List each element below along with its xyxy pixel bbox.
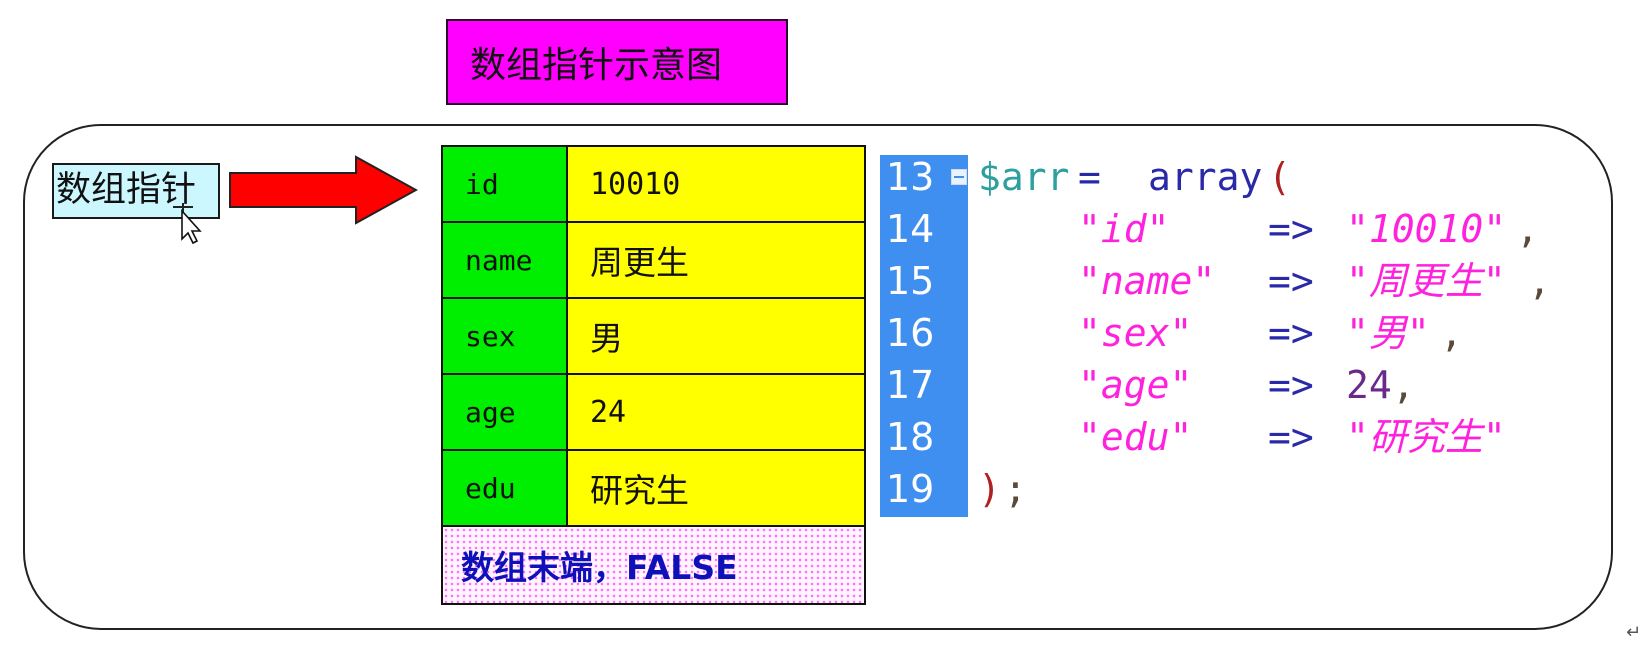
key-cell: id	[443, 147, 568, 221]
code-close-paren: )	[978, 467, 1001, 511]
code-key: "age"	[1078, 363, 1193, 407]
collapse-icon[interactable]	[951, 169, 967, 185]
code-key: "edu"	[1078, 415, 1193, 459]
value-cell: 10010	[568, 147, 864, 221]
table-row: edu 研究生	[443, 451, 864, 527]
key-cell: edu	[443, 451, 568, 525]
key-cell: age	[443, 375, 568, 449]
code-arrow: =>	[1268, 415, 1314, 459]
code-variable: $arr	[978, 155, 1070, 199]
code-key: "id"	[1078, 207, 1170, 251]
code-arrow: =>	[1268, 259, 1314, 303]
line-number: 14	[886, 207, 935, 251]
table-row: age 24	[443, 375, 864, 451]
code-function: array	[1148, 155, 1263, 199]
code-arrow: =>	[1268, 363, 1314, 407]
code-semicolon: ;	[1004, 467, 1027, 511]
code-assign: =	[1078, 155, 1101, 199]
code-value: "周更生"	[1346, 259, 1506, 303]
value-cell: 24	[568, 375, 864, 449]
mouse-cursor-icon	[173, 203, 202, 245]
line-number: 16	[886, 311, 935, 355]
code-value: "男"	[1346, 311, 1430, 355]
code-key: "sex"	[1078, 311, 1193, 355]
pointer-arrow-icon	[229, 155, 418, 225]
code-value: "10010"	[1346, 207, 1507, 251]
code-comma: ,	[1440, 311, 1463, 355]
value-cell: 研究生	[568, 451, 864, 525]
line-number: 15	[886, 259, 935, 303]
code-comma: ,	[1392, 363, 1415, 407]
array-end-cell: 数组末端，FALSE	[443, 527, 864, 603]
paragraph-mark-icon: ↵	[1626, 622, 1642, 643]
code-arrow: =>	[1268, 311, 1314, 355]
table-row: sex 男	[443, 299, 864, 375]
code-open-paren: (	[1268, 155, 1291, 199]
code-value: 24	[1346, 363, 1392, 407]
line-number: 18	[886, 415, 935, 459]
code-comma: ,	[1516, 207, 1539, 251]
table-row: name 周更生	[443, 223, 864, 299]
key-cell: name	[443, 223, 568, 297]
code-arrow: =>	[1268, 207, 1314, 251]
line-number: 19	[886, 467, 935, 511]
line-number: 13	[886, 155, 935, 199]
code-key: "name"	[1078, 259, 1216, 303]
code-comma: ,	[1528, 259, 1551, 303]
line-number: 17	[886, 363, 935, 407]
table-row: id 10010	[443, 147, 864, 223]
array-table: id 10010 name 周更生 sex 男 age 24 edu 研究生 数…	[441, 145, 866, 605]
value-cell: 周更生	[568, 223, 864, 297]
code-value: "研究生"	[1346, 415, 1506, 459]
diagram-title: 数组指针示意图	[446, 19, 788, 105]
key-cell: sex	[443, 299, 568, 373]
value-cell: 男	[568, 299, 864, 373]
